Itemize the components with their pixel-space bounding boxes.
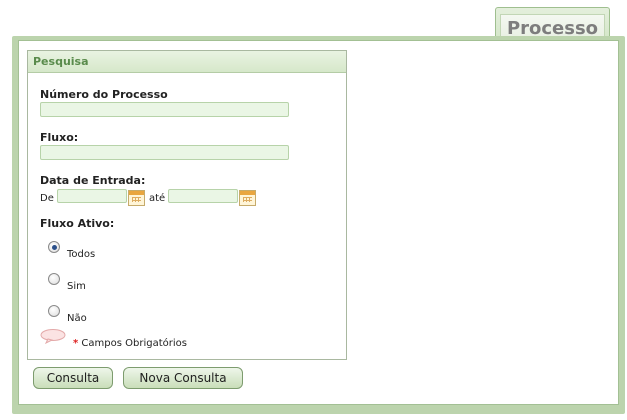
required-note: * Campos Obrigatórios	[73, 338, 187, 349]
radio-nao-label: Não	[67, 313, 87, 324]
de-label: De	[40, 193, 54, 204]
radio-todos-label: Todos	[67, 249, 96, 260]
required-text: Campos Obrigatórios	[81, 338, 187, 349]
radio-sim-label: Sim	[67, 281, 86, 292]
radio-sim[interactable]	[48, 273, 60, 285]
speech-bubble-icon	[40, 329, 66, 344]
ate-label: até	[149, 193, 166, 204]
nova-consulta-button[interactable]: Nova Consulta	[123, 367, 243, 389]
radio-todos[interactable]	[48, 241, 60, 253]
fluxo-ativo-label: Fluxo Ativo:	[40, 217, 115, 230]
data-ate-input[interactable]	[168, 189, 238, 203]
fluxo-input[interactable]	[40, 145, 289, 160]
consulta-button[interactable]: Consulta	[33, 367, 113, 389]
radio-nao[interactable]	[48, 305, 60, 317]
required-marker: *	[73, 338, 79, 349]
data-de-input[interactable]	[57, 189, 127, 203]
panel-title: Pesquisa	[28, 51, 346, 73]
calendar-icon[interactable]	[239, 190, 256, 206]
data-entrada-label: Data de Entrada:	[40, 174, 146, 187]
fluxo-label: Fluxo:	[40, 131, 79, 144]
numero-processo-input[interactable]	[40, 102, 289, 117]
numero-processo-label: Número do Processo	[40, 88, 168, 101]
calendar-icon[interactable]	[128, 190, 145, 206]
